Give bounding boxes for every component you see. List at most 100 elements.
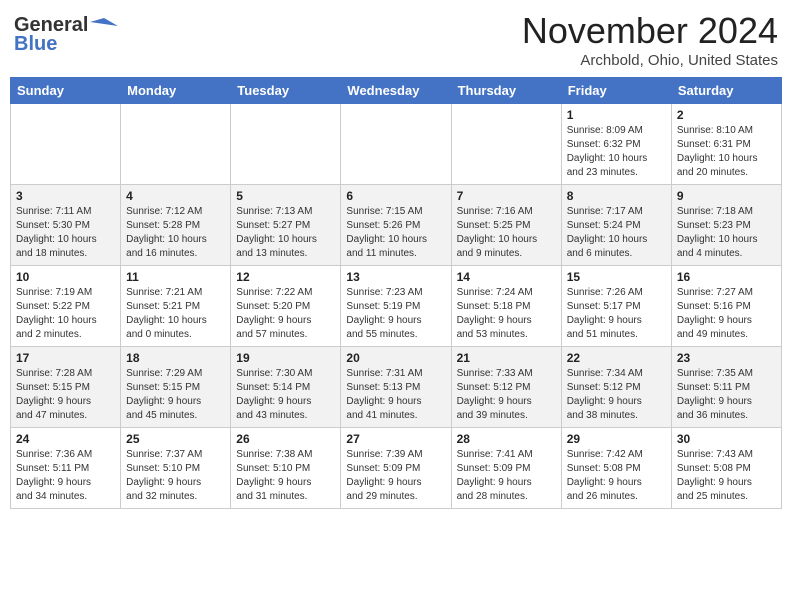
day-number: 10 (16, 270, 115, 284)
day-number: 4 (126, 189, 225, 203)
day-number: 8 (567, 189, 666, 203)
day-info: Sunrise: 7:21 AM Sunset: 5:21 PM Dayligh… (126, 286, 225, 342)
calendar-cell: 27 Sunrise: 7:39 AM Sunset: 5:09 PM Dayli… (341, 428, 451, 509)
calendar-cell: 10 Sunrise: 7:19 AM Sunset: 5:22 PM Dayli… (11, 266, 121, 347)
day-info: Sunrise: 7:12 AM Sunset: 5:28 PM Dayligh… (126, 205, 225, 261)
calendar-cell: 26Sunrise: 7:38 AM Sunset: 5:10 PM Dayli… (231, 428, 341, 509)
day-number: 7 (457, 189, 556, 203)
day-info: Sunrise: 7:18 AM Sunset: 5:23 PM Dayligh… (677, 205, 776, 261)
calendar-cell: 18Sunrise: 7:29 AM Sunset: 5:15 PM Dayli… (121, 347, 231, 428)
calendar-cell (121, 104, 231, 185)
page-header: General Blue November 2024 Archbold, Ohi… (10, 10, 782, 69)
day-number: 19 (236, 351, 335, 365)
logo: General Blue (14, 14, 118, 56)
day-info: Sunrise: 8:09 AM Sunset: 6:32 PM Dayligh… (567, 124, 666, 180)
day-info: Sunrise: 7:27 AM Sunset: 5:16 PM Dayligh… (677, 286, 776, 342)
day-number: 1 (567, 108, 666, 122)
calendar-week-row: 1 Sunrise: 8:09 AM Sunset: 6:32 PM Daylig… (11, 104, 782, 185)
calendar-cell: 15 Sunrise: 7:26 AM Sunset: 5:17 PM Dayli… (561, 266, 671, 347)
day-number: 15 (567, 270, 666, 284)
day-info: Sunrise: 7:15 AM Sunset: 5:26 PM Dayligh… (346, 205, 445, 261)
header-friday: Friday (561, 78, 671, 104)
calendar-cell: 19 Sunrise: 7:30 AM Sunset: 5:14 PM Dayli… (231, 347, 341, 428)
header-saturday: Saturday (671, 78, 781, 104)
day-number: 3 (16, 189, 115, 203)
day-info: Sunrise: 7:17 AM Sunset: 5:24 PM Dayligh… (567, 205, 666, 261)
header-sunday: Sunday (11, 78, 121, 104)
logo-blue-text: Blue (14, 33, 57, 56)
calendar-cell: 14 Sunrise: 7:24 AM Sunset: 5:18 PM Dayli… (451, 266, 561, 347)
calendar-cell: 28Sunrise: 7:41 AM Sunset: 5:09 PM Dayli… (451, 428, 561, 509)
calendar-week-row: 3 Sunrise: 7:11 AM Sunset: 5:30 PM Daylig… (11, 185, 782, 266)
header-wednesday: Wednesday (341, 78, 451, 104)
day-number: 2 (677, 108, 776, 122)
day-number: 14 (457, 270, 556, 284)
day-info: Sunrise: 7:28 AM Sunset: 5:15 PM Dayligh… (16, 367, 115, 423)
day-info: Sunrise: 7:41 AM Sunset: 5:09 PM Dayligh… (457, 448, 556, 504)
calendar-cell: 30 Sunrise: 7:43 AM Sunset: 5:08 PM Dayli… (671, 428, 781, 509)
day-info: Sunrise: 7:34 AM Sunset: 5:12 PM Dayligh… (567, 367, 666, 423)
header-monday: Monday (121, 78, 231, 104)
day-number: 27 (346, 432, 445, 446)
calendar-cell: 1 Sunrise: 8:09 AM Sunset: 6:32 PM Daylig… (561, 104, 671, 185)
calendar-cell: 16 Sunrise: 7:27 AM Sunset: 5:16 PM Dayli… (671, 266, 781, 347)
month-title: November 2024 (522, 10, 778, 52)
calendar-cell: 8 Sunrise: 7:17 AM Sunset: 5:24 PM Daylig… (561, 185, 671, 266)
day-info: Sunrise: 7:36 AM Sunset: 5:11 PM Dayligh… (16, 448, 115, 504)
title-section: November 2024 Archbold, Ohio, United Sta… (522, 10, 778, 69)
calendar-header-row: Sunday Monday Tuesday Wednesday Thursday… (11, 78, 782, 104)
day-number: 23 (677, 351, 776, 365)
day-info: Sunrise: 7:16 AM Sunset: 5:25 PM Dayligh… (457, 205, 556, 261)
day-number: 21 (457, 351, 556, 365)
calendar-week-row: 24 Sunrise: 7:36 AM Sunset: 5:11 PM Dayli… (11, 428, 782, 509)
day-info: Sunrise: 7:29 AM Sunset: 5:15 PM Dayligh… (126, 367, 225, 423)
calendar-cell (11, 104, 121, 185)
day-info: Sunrise: 7:42 AM Sunset: 5:08 PM Dayligh… (567, 448, 666, 504)
calendar-cell: 5 Sunrise: 7:13 AM Sunset: 5:27 PM Daylig… (231, 185, 341, 266)
day-number: 16 (677, 270, 776, 284)
day-number: 5 (236, 189, 335, 203)
day-info: Sunrise: 7:37 AM Sunset: 5:10 PM Dayligh… (126, 448, 225, 504)
calendar-cell (451, 104, 561, 185)
day-info: Sunrise: 7:43 AM Sunset: 5:08 PM Dayligh… (677, 448, 776, 504)
day-info: Sunrise: 7:19 AM Sunset: 5:22 PM Dayligh… (16, 286, 115, 342)
day-info: Sunrise: 7:24 AM Sunset: 5:18 PM Dayligh… (457, 286, 556, 342)
calendar-cell: 25 Sunrise: 7:37 AM Sunset: 5:10 PM Dayli… (121, 428, 231, 509)
calendar-cell: 20Sunrise: 7:31 AM Sunset: 5:13 PM Dayli… (341, 347, 451, 428)
header-tuesday: Tuesday (231, 78, 341, 104)
calendar-cell: 21 Sunrise: 7:33 AM Sunset: 5:12 PM Dayli… (451, 347, 561, 428)
day-info: Sunrise: 7:11 AM Sunset: 5:30 PM Dayligh… (16, 205, 115, 261)
calendar-cell: 7 Sunrise: 7:16 AM Sunset: 5:25 PM Daylig… (451, 185, 561, 266)
day-number: 24 (16, 432, 115, 446)
day-number: 12 (236, 270, 335, 284)
day-info: Sunrise: 7:30 AM Sunset: 5:14 PM Dayligh… (236, 367, 335, 423)
day-info: Sunrise: 8:10 AM Sunset: 6:31 PM Dayligh… (677, 124, 776, 180)
calendar-table: Sunday Monday Tuesday Wednesday Thursday… (10, 77, 782, 509)
day-number: 11 (126, 270, 225, 284)
day-info: Sunrise: 7:39 AM Sunset: 5:09 PM Dayligh… (346, 448, 445, 504)
calendar-cell: 12Sunrise: 7:22 AM Sunset: 5:20 PM Dayli… (231, 266, 341, 347)
day-info: Sunrise: 7:26 AM Sunset: 5:17 PM Dayligh… (567, 286, 666, 342)
calendar-cell: 6Sunrise: 7:15 AM Sunset: 5:26 PM Daylig… (341, 185, 451, 266)
calendar-cell: 29 Sunrise: 7:42 AM Sunset: 5:08 PM Dayli… (561, 428, 671, 509)
calendar-cell: 11 Sunrise: 7:21 AM Sunset: 5:21 PM Dayli… (121, 266, 231, 347)
day-info: Sunrise: 7:23 AM Sunset: 5:19 PM Dayligh… (346, 286, 445, 342)
day-number: 13 (346, 270, 445, 284)
calendar-cell: 22 Sunrise: 7:34 AM Sunset: 5:12 PM Dayli… (561, 347, 671, 428)
header-thursday: Thursday (451, 78, 561, 104)
day-number: 9 (677, 189, 776, 203)
calendar-cell: 13 Sunrise: 7:23 AM Sunset: 5:19 PM Dayli… (341, 266, 451, 347)
day-number: 29 (567, 432, 666, 446)
day-number: 25 (126, 432, 225, 446)
day-number: 30 (677, 432, 776, 446)
location-subtitle: Archbold, Ohio, United States (522, 52, 778, 69)
day-info: Sunrise: 7:33 AM Sunset: 5:12 PM Dayligh… (457, 367, 556, 423)
calendar-cell: 23Sunrise: 7:35 AM Sunset: 5:11 PM Dayli… (671, 347, 781, 428)
day-info: Sunrise: 7:31 AM Sunset: 5:13 PM Dayligh… (346, 367, 445, 423)
calendar-cell: 24 Sunrise: 7:36 AM Sunset: 5:11 PM Dayli… (11, 428, 121, 509)
calendar-cell (341, 104, 451, 185)
logo-bird-icon (90, 16, 118, 36)
calendar-week-row: 10 Sunrise: 7:19 AM Sunset: 5:22 PM Dayli… (11, 266, 782, 347)
day-info: Sunrise: 7:13 AM Sunset: 5:27 PM Dayligh… (236, 205, 335, 261)
day-number: 22 (567, 351, 666, 365)
